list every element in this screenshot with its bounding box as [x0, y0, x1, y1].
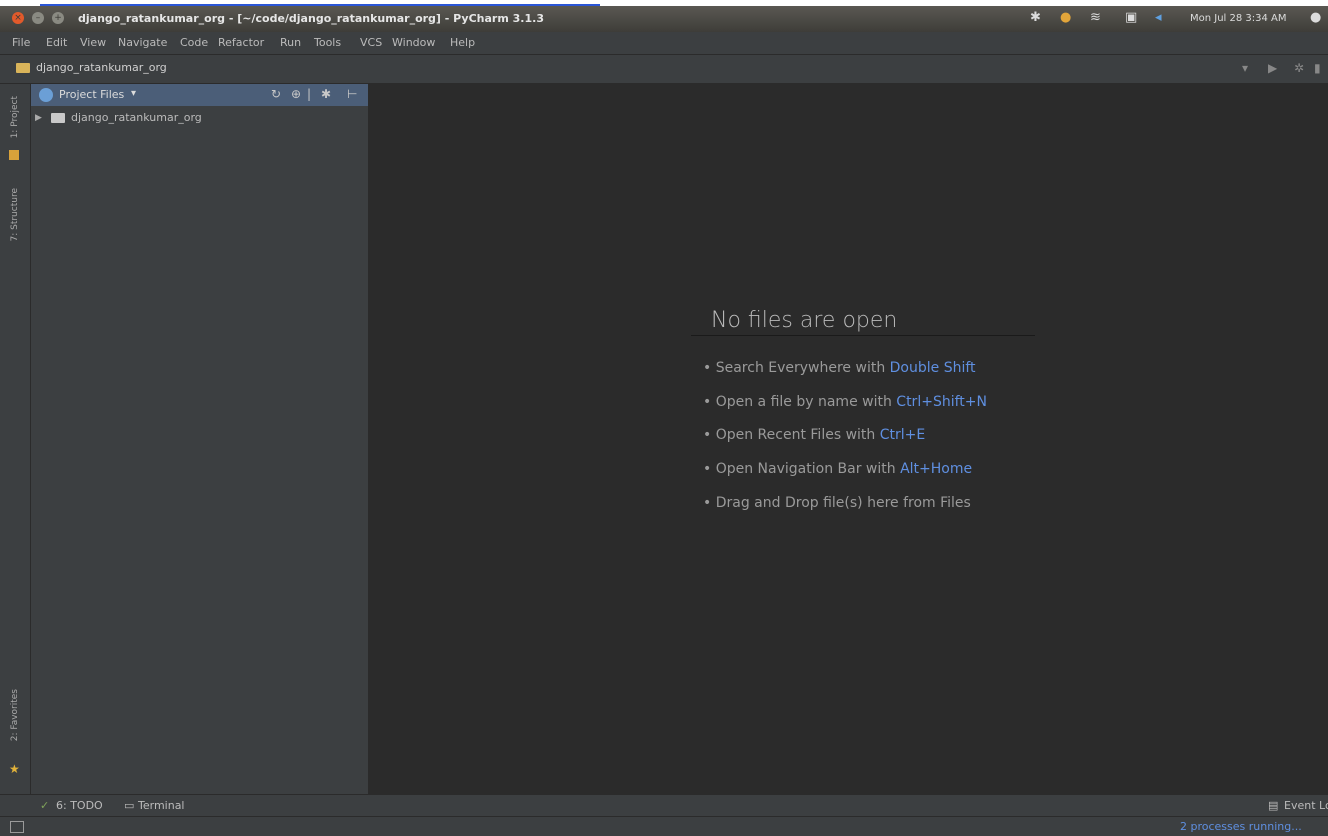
bug-icon[interactable]: ✱	[1030, 10, 1041, 25]
hint-navigation-bar: • Open Navigation Bar with Alt+Home	[703, 461, 973, 477]
project-tool-tab[interactable]: 1: Project	[10, 96, 20, 138]
hint-drag-drop: • Drag and Drop file(s) here from Files	[703, 495, 971, 511]
debug-icon[interactable]: ✲	[1294, 61, 1304, 75]
run-config-dropdown-icon[interactable]: ▾	[1242, 61, 1248, 75]
hint-text: Open Recent Files with	[715, 427, 880, 443]
project-tool-icon[interactable]	[9, 150, 19, 160]
todo-tab[interactable]: 6: TODO	[56, 799, 103, 812]
menu-view[interactable]: View	[80, 36, 106, 49]
hint-shortcut: Ctrl+Shift+N	[896, 394, 987, 410]
window-title: django_ratankumar_org - [~/code/django_r…	[78, 12, 544, 25]
window-close-button[interactable]: ×	[12, 12, 24, 24]
tree-item-project-root[interactable]: django_ratankumar_org	[71, 111, 202, 124]
folder-icon	[51, 113, 65, 123]
chevron-down-icon[interactable]: ▾	[131, 88, 136, 99]
hint-text: Open a file by name with	[715, 394, 897, 410]
favorites-star-icon[interactable]: ★	[9, 762, 20, 776]
window-minimize-button[interactable]: –	[32, 12, 44, 24]
hint-recent-files: • Open Recent Files with Ctrl+E	[703, 427, 926, 443]
menu-edit[interactable]: Edit	[46, 36, 67, 49]
power-icon[interactable]: ●	[1310, 10, 1321, 25]
menu-code[interactable]: Code	[180, 36, 208, 49]
folder-icon	[16, 63, 30, 73]
window-maximize-button[interactable]: +	[52, 12, 64, 24]
favorites-tool-tab[interactable]: 2: Favorites	[10, 689, 20, 741]
menu-run[interactable]: Run	[280, 36, 301, 49]
structure-tool-tab[interactable]: 7: Structure	[10, 188, 20, 242]
status-bar: 2 processes running...	[0, 816, 1328, 836]
todo-icon: ✓	[40, 799, 50, 812]
scroll-from-source-icon[interactable]: ⊕	[291, 87, 301, 101]
divider	[691, 335, 1035, 336]
hint-shortcut: Double Shift	[889, 360, 976, 376]
menu-navigate[interactable]: Navigate	[118, 36, 167, 49]
hint-text: Open Navigation Bar with	[715, 461, 901, 477]
menu-bar: File Edit View Navigate Code Refactor Ru…	[0, 32, 1328, 55]
tool-window-bar: ✓ 6: TODO ▭ Terminal ▤ Event Log	[0, 794, 1328, 817]
tree-expand-icon[interactable]: ▶	[35, 113, 42, 123]
hint-search-everywhere: • Search Everywhere with Double Shift	[703, 360, 976, 376]
left-tool-stripe: 1: Project 7: Structure 2: Favorites ★	[0, 84, 31, 794]
hint-text: Drag and Drop file(s) here from Files	[715, 495, 971, 511]
background-tasks-status[interactable]: 2 processes running...	[1180, 820, 1302, 833]
hint-open-file: • Open a file by name with Ctrl+Shift+N	[703, 394, 987, 410]
clock[interactable]: Mon Jul 28 3:34 AM	[1190, 13, 1287, 24]
menu-file[interactable]: File	[12, 36, 30, 49]
toggle-tool-windows-icon[interactable]	[10, 821, 24, 833]
menu-refactor[interactable]: Refactor	[218, 36, 264, 49]
navigation-bar: django_ratankumar_org ▾ ▶ ✲ ▮	[0, 55, 1328, 84]
hint-text: Search Everywhere with	[715, 360, 890, 376]
menu-vcs[interactable]: VCS	[360, 36, 382, 49]
hide-panel-icon[interactable]: ⊢	[347, 87, 357, 101]
menu-window[interactable]: Window	[392, 36, 435, 49]
hint-shortcut: Ctrl+E	[879, 427, 926, 443]
gear-icon[interactable]: ✱	[321, 87, 331, 101]
breadcrumb-project[interactable]: django_ratankumar_org	[36, 61, 167, 74]
project-panel-header[interactable]: Project Files ▾ ↻ ⊕ | ✱ ⊢	[31, 84, 368, 106]
hint-shortcut: Alt+Home	[900, 461, 973, 477]
sync-icon[interactable]: ↻	[271, 87, 281, 101]
keyboard-icon[interactable]: ▣	[1125, 10, 1137, 25]
event-log-tab[interactable]: Event Log	[1284, 799, 1328, 812]
project-view-selector[interactable]: Project Files	[59, 88, 124, 101]
menu-help[interactable]: Help	[450, 36, 475, 49]
event-log-icon: ▤	[1268, 799, 1279, 812]
chrome-icon[interactable]: ●	[1060, 10, 1071, 25]
project-panel: Project Files ▾ ↻ ⊕ | ✱ ⊢ ▶ django_ratan…	[31, 84, 369, 794]
terminal-icon: ▭	[124, 799, 135, 812]
project-globe-icon	[39, 88, 53, 102]
os-title-bar: × – + django_ratankumar_org - [~/code/dj…	[0, 6, 1328, 32]
more-icon[interactable]: ▮	[1314, 61, 1321, 75]
run-icon[interactable]: ▶	[1268, 61, 1277, 75]
wifi-icon[interactable]: ≋	[1090, 10, 1101, 25]
menu-tools[interactable]: Tools	[314, 36, 341, 49]
editor-area: No files are open • Search Everywhere wi…	[369, 84, 1328, 794]
volume-icon[interactable]: ◂	[1155, 10, 1162, 25]
divider: |	[307, 87, 312, 101]
terminal-tab[interactable]: Terminal	[138, 799, 185, 812]
empty-editor-title: No files are open	[711, 308, 898, 333]
